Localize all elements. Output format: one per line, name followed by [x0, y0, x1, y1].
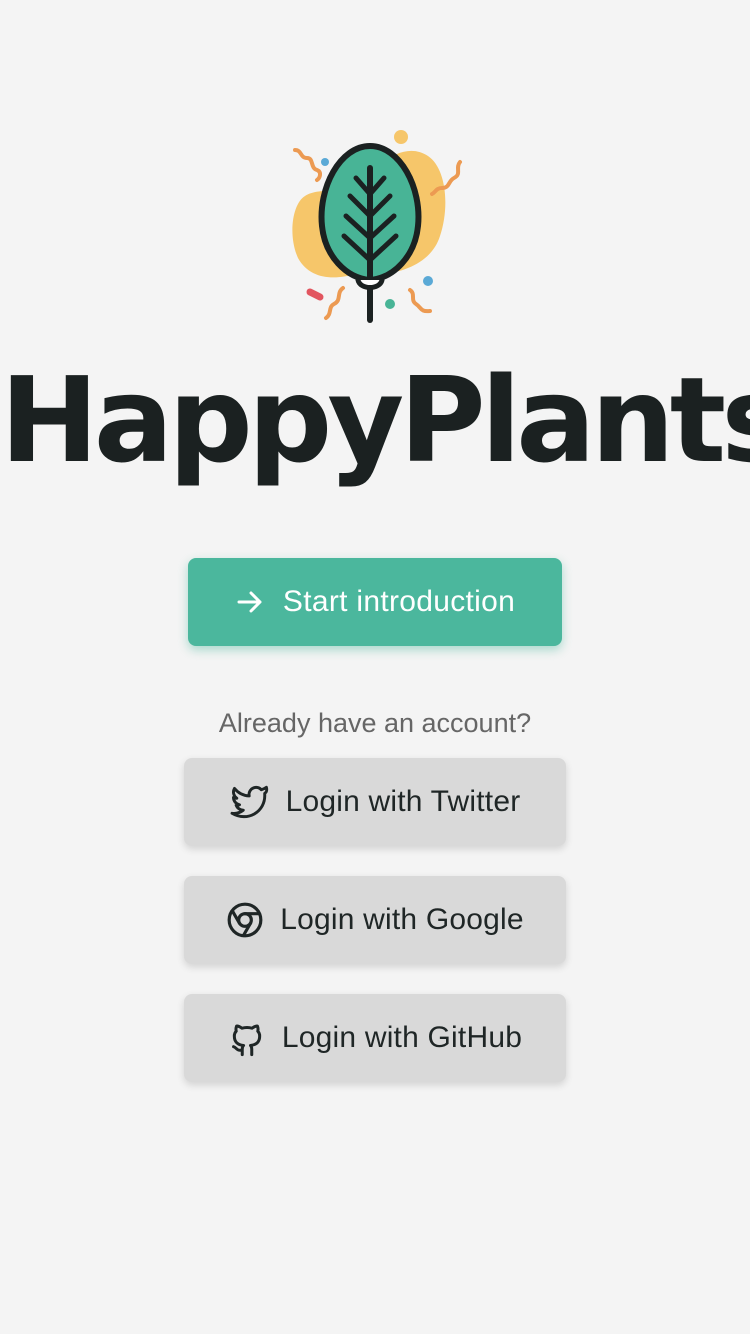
login-github-button[interactable]: Login with GitHub — [184, 994, 566, 1082]
account-prompt: Already have an account? — [218, 708, 532, 738]
github-icon — [228, 1018, 266, 1058]
login-twitter-button[interactable]: Login with Twitter — [184, 758, 566, 846]
leaf-icon — [292, 130, 462, 323]
app-logo — [270, 118, 480, 338]
start-introduction-button[interactable]: Start introduction — [188, 558, 562, 646]
twitter-icon — [230, 784, 270, 820]
login-google-button[interactable]: Login with Google — [184, 876, 566, 964]
start-introduction-label: Start introduction — [282, 585, 516, 618]
login-twitter-label: Login with Twitter — [285, 785, 521, 818]
chrome-icon — [226, 901, 264, 939]
login-google-label: Login with Google — [280, 903, 524, 936]
login-github-label: Login with GitHub — [281, 1021, 523, 1054]
arrow-right-icon — [235, 587, 265, 617]
app-title: HappyPlants — [0, 351, 750, 489]
